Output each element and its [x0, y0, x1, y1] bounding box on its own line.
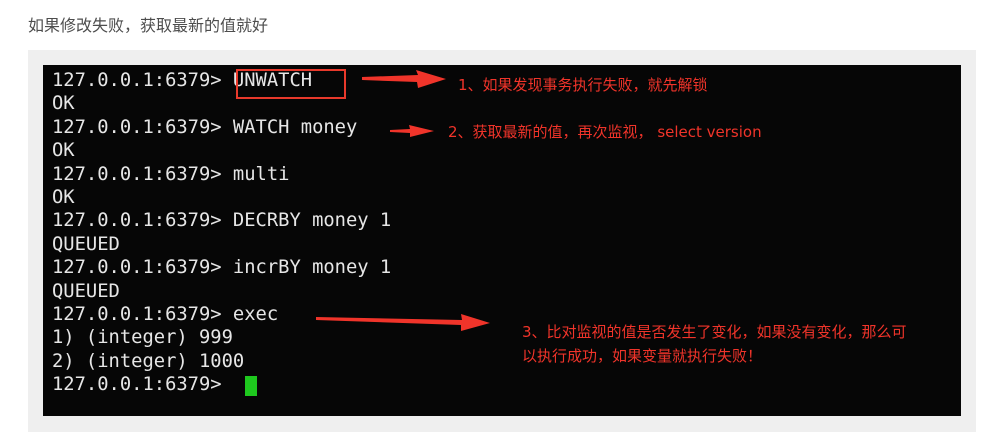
- annotation-note-3-line-1: 3、比对监视的值是否发生了变化，如果没有变化，那么可: [522, 323, 907, 341]
- annotation-note-1: 1、如果发现事务执行失败，就先解锁: [458, 76, 708, 94]
- annotation-note-3-line-2: 以执行成功，如果变量就执行失败！: [522, 347, 763, 365]
- arrow-icon: [316, 314, 490, 331]
- arrow-icon: [362, 70, 446, 88]
- annotation-arrows: [316, 70, 490, 331]
- arrow-icon: [390, 125, 434, 137]
- annotation-note-2: 2、获取最新的值，再次监视， select version: [448, 123, 762, 141]
